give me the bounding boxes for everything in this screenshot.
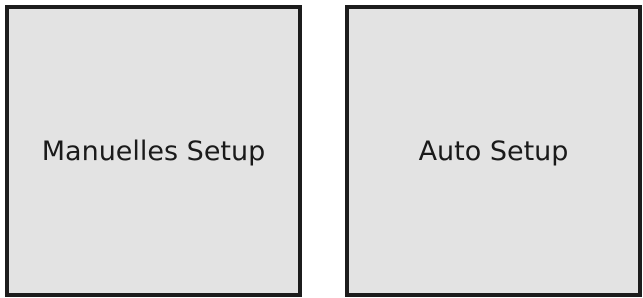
manual-setup-button[interactable]: Manuelles Setup — [5, 5, 302, 297]
auto-setup-button[interactable]: Auto Setup — [345, 5, 642, 297]
auto-setup-label: Auto Setup — [418, 135, 569, 167]
manual-setup-label: Manuelles Setup — [41, 135, 266, 167]
